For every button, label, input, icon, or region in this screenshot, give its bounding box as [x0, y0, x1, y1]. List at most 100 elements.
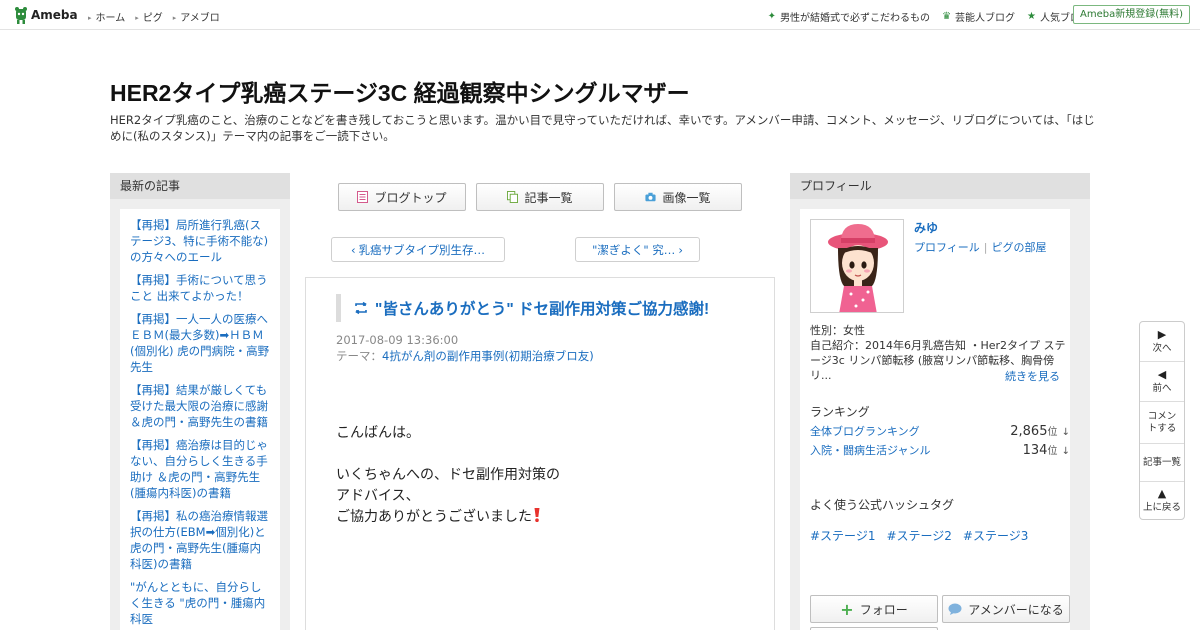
article-content: こんばんは。 いくちゃんへの、ドセ副作用対策の アドバイス、 ご協力ありがとうご…: [336, 423, 560, 528]
profile-gender: 性別：女性: [810, 324, 865, 337]
pigg-room-link[interactable]: ピグの部屋: [992, 241, 1047, 254]
document-icon: [357, 191, 369, 203]
ranking-label[interactable]: 入院・闘病生活ジャンル: [810, 442, 930, 458]
hashtag-link[interactable]: #ステージ2: [886, 527, 951, 544]
ranking-number: 2,865: [1010, 424, 1048, 439]
link-separator: |: [983, 241, 988, 254]
profile-link[interactable]: プロフィール: [914, 241, 980, 254]
hashtag-link[interactable]: #ステージ3: [963, 527, 1028, 544]
plus-icon: +: [840, 599, 854, 619]
hashtag-link[interactable]: #ステージ1: [810, 527, 875, 544]
blog-description: HER2タイプ乳癌のこと、治療のことなどを書き残しておこうと思います。温かい目で…: [110, 113, 1095, 143]
follow-label: フォロー: [859, 602, 908, 617]
next-article-label: "潔ぎよく" 究…: [592, 242, 676, 257]
signup-button[interactable]: Ameba新規登録(無料): [1072, 5, 1190, 24]
article-paragraph: [336, 444, 560, 465]
play-up-icon: ▲: [1157, 486, 1167, 500]
follow-button[interactable]: + フォロー: [810, 595, 938, 623]
ameba-logo[interactable]: Ameba: [14, 6, 78, 24]
top-bar: Ameba ホーム ピグ アメブロ ✦ 男性が結婚式で必ずこだわるもの ♛ 芸能…: [0, 0, 1200, 30]
avatar[interactable]: [810, 219, 904, 313]
next-article-link[interactable]: "潔ぎよく" 究… ›: [575, 237, 700, 262]
article-paragraph-text: ご協力ありがとうございました: [336, 509, 532, 525]
side-list-button[interactable]: 記事一覧: [1140, 444, 1184, 482]
article-title[interactable]: "皆さんありがとう" ドセ副作用対策ご協力感謝!: [375, 297, 709, 319]
tab-image-list[interactable]: 画像一覧: [614, 183, 742, 211]
profile-name[interactable]: みゆ: [914, 219, 938, 236]
top-nav: ホーム ピグ アメブロ: [88, 9, 220, 24]
tab-blog-top[interactable]: ブログトップ: [338, 183, 466, 211]
nav-ameblo[interactable]: アメブロ: [173, 9, 220, 24]
side-next-label: 次へ: [1152, 342, 1172, 354]
profile-heading: プロフィール: [790, 173, 1090, 199]
copy-icon: [507, 191, 519, 203]
latest-article-link[interactable]: 【再掲】癌治療は目的じゃない、自分らしく生きる手助け ＆虎の門・高野先生(腫瘍内…: [130, 437, 270, 501]
latest-article-link[interactable]: "がんとともに、自分らしく生きる "虎の門・腫瘍内科医: [130, 579, 270, 627]
chevron-right-icon: ›: [678, 242, 683, 257]
tab-blog-top-label: ブログトップ: [374, 190, 447, 205]
profile-panel: プロフィール みゆ プロフィール | ピグの部屋 性別：女性 自己紹介：2014…: [790, 173, 1090, 630]
article-paragraph: こんばんは。: [336, 425, 420, 441]
blog-title[interactable]: HER2タイプ乳癌ステージ3C 経過観察中シングルマザー: [110, 74, 690, 108]
avatar-girl-image: [828, 224, 888, 312]
camera-icon: [645, 192, 657, 202]
latest-articles-list: 【再掲】局所進行乳癌(ステージ3、特に手術不能な)の方々へのエール 【再掲】手術…: [120, 209, 280, 630]
amember-bubble-icon: [948, 603, 962, 615]
profile-content: みゆ プロフィール | ピグの部屋 性別：女性 自己紹介：2014年6月乳癌告知 ・…: [800, 209, 1070, 630]
latest-article-link[interactable]: 【再掲】私の癌治療情報選択の仕方(EBM➡個別化)と虎の門・高野先生(腫瘍内科医…: [130, 508, 270, 572]
side-next-button[interactable]: ▶ 次へ: [1140, 322, 1184, 362]
ranking-label[interactable]: 全体ブログランキング: [810, 423, 920, 439]
tab-article-list[interactable]: 記事一覧: [476, 183, 604, 211]
exclamation-emoji-icon: [534, 508, 540, 522]
link-celebrity-blog[interactable]: ♛ 芸能人ブログ: [942, 9, 1015, 24]
play-left-icon: ◀: [1157, 367, 1167, 381]
side-comment-button[interactable]: コメントする: [1140, 402, 1184, 444]
latest-article-link[interactable]: 【再掲】局所進行乳癌(ステージ3、特に手術不能な)の方々へのエール: [130, 217, 270, 265]
link-celebrity-label: 芸能人ブログ: [955, 13, 1016, 24]
link-wedding[interactable]: ✦ 男性が結婚式で必ずこだわるもの: [768, 9, 930, 24]
ameba-mascot-icon: [15, 7, 27, 24]
sparkle-icon: ✦: [767, 11, 777, 22]
nav-home[interactable]: ホーム: [88, 9, 126, 24]
prev-article-link[interactable]: ‹ 乳癌サブタイプ別生存…: [331, 237, 505, 262]
ranking-number: 134: [1022, 443, 1048, 458]
ranking-heading: ランキング: [810, 405, 870, 419]
side-top-button[interactable]: ▲ 上に戻る: [1140, 482, 1184, 519]
latest-article-link[interactable]: 【再掲】手術について思うこと 出来てよかった！: [130, 272, 270, 304]
ranking-unit: 位: [1047, 427, 1058, 438]
crown-icon: ♛: [942, 11, 952, 22]
side-prev-label: 前へ: [1152, 382, 1172, 394]
latest-article-link[interactable]: 【再掲】結果が厳しくても受けた最大限の治療に感謝 ＆虎の門・高野先生の書籍: [130, 382, 270, 430]
link-wedding-label: 男性が結婚式で必ずこだわるもの: [780, 13, 931, 24]
tab-image-list-label: 画像一覧: [662, 190, 711, 205]
reblog-icon[interactable]: [353, 301, 369, 315]
side-comment-label: コメントする: [1147, 410, 1177, 434]
article-paragraph: いくちゃんへの、ドセ副作用対策の: [336, 467, 560, 483]
ranking-value: 2,865位 ↓: [1010, 423, 1070, 439]
nav-pigg[interactable]: ピグ: [135, 9, 163, 24]
article-date: 2017-08-09 13:36:00: [336, 333, 459, 347]
theme-link[interactable]: 4抗がん剤の副作用事例(初期治療ブロ友): [382, 349, 594, 363]
logo-text: Ameba: [31, 8, 78, 22]
ranking-row-genre: 入院・闘病生活ジャンル 134位 ↓: [810, 442, 1070, 458]
hashtag-heading: よく使う公式ハッシュタグ: [810, 498, 955, 512]
top-right-links: ✦ 男性が結婚式で必ずこだわるもの ♛ 芸能人ブログ ★ 人気ブログ: [768, 9, 1090, 24]
prev-article-label: 乳癌サブタイプ別生存…: [358, 242, 486, 257]
read-more-link[interactable]: 続きを見る: [1005, 368, 1060, 384]
rank-down-arrow-icon: ↓: [1061, 427, 1070, 438]
latest-articles-heading: 最新の記事: [110, 173, 290, 199]
rank-down-arrow-icon: ↓: [1061, 446, 1070, 457]
article-title-block: "皆さんありがとう" ドセ副作用対策ご協力感謝!: [336, 294, 746, 322]
theme-prefix: テーマ：: [336, 349, 382, 363]
side-prev-button[interactable]: ◀ 前へ: [1140, 362, 1184, 402]
ranking-unit: 位: [1047, 446, 1058, 457]
star-icon: ★: [1027, 11, 1036, 22]
amember-button[interactable]: アメンバーになる: [942, 595, 1070, 623]
tab-article-list-label: 記事一覧: [524, 190, 573, 205]
latest-article-link[interactable]: 【再掲】一人一人の医療へ ＥＢＭ(最大多数)➡ＨＢＭ(個別化) 虎の門病院・高野…: [130, 311, 270, 375]
chevron-left-icon: ‹: [350, 242, 356, 257]
ranking-value: 134位 ↓: [1023, 442, 1070, 458]
latest-articles-panel: 最新の記事 【再掲】局所進行乳癌(ステージ3、特に手術不能な)の方々へのエール …: [110, 173, 290, 630]
play-right-icon: ▶: [1157, 327, 1167, 341]
amember-label: アメンバーになる: [968, 602, 1064, 617]
